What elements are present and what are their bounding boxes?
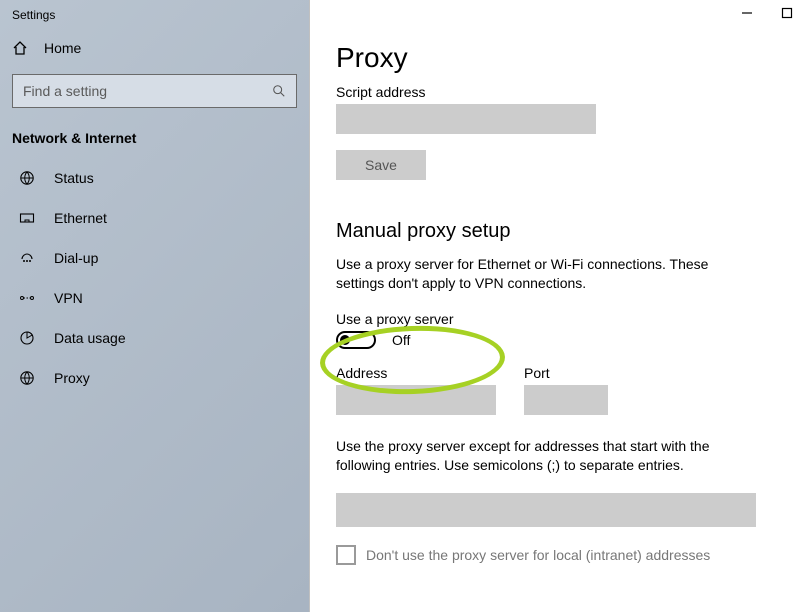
app-title: Settings <box>0 0 309 26</box>
proxy-exceptions-input[interactable] <box>336 493 756 527</box>
sidebar-item-label: Ethernet <box>54 210 107 226</box>
sidebar-item-proxy[interactable]: Proxy <box>0 358 309 398</box>
minimize-button[interactable] <box>740 6 754 20</box>
search-icon <box>272 84 286 98</box>
sidebar-item-ethernet[interactable]: Ethernet <box>0 198 309 238</box>
proxy-icon <box>18 370 36 386</box>
local-addresses-label: Don't use the proxy server for local (in… <box>366 547 710 563</box>
toggle-state-text: Off <box>392 332 410 348</box>
proxy-port-input[interactable] <box>524 385 608 415</box>
toggle-knob <box>340 335 350 345</box>
proxy-address-input[interactable] <box>336 385 496 415</box>
sidebar-item-dialup[interactable]: Dial-up <box>0 238 309 278</box>
use-proxy-toggle[interactable] <box>336 331 376 349</box>
window-controls <box>740 6 794 20</box>
sidebar-item-datausage[interactable]: Data usage <box>0 318 309 358</box>
sidebar-item-label: Status <box>54 170 94 186</box>
main-panel: Proxy Script address Save Manual proxy s… <box>310 0 800 612</box>
script-address-input[interactable] <box>336 104 596 134</box>
vpn-icon <box>18 290 36 306</box>
sidebar-item-label: Dial-up <box>54 250 98 266</box>
page-title: Proxy <box>336 42 780 74</box>
local-addresses-checkbox[interactable] <box>336 545 356 565</box>
dialup-icon <box>18 250 36 266</box>
home-nav[interactable]: Home <box>0 26 309 66</box>
sidebar-item-label: Data usage <box>54 330 126 346</box>
exceptions-description: Use the proxy server except for addresse… <box>336 437 756 475</box>
script-address-label: Script address <box>336 84 780 100</box>
settings-sidebar: Settings Home Network & Internet Status … <box>0 0 310 612</box>
ethernet-icon <box>18 210 36 226</box>
search-input[interactable] <box>23 83 272 99</box>
sidebar-section-header: Network & Internet <box>0 126 309 158</box>
datausage-icon <box>18 330 36 346</box>
home-icon <box>12 40 28 56</box>
home-label: Home <box>44 40 81 56</box>
port-label: Port <box>524 365 608 381</box>
use-proxy-label: Use a proxy server <box>336 311 780 327</box>
sidebar-item-status[interactable]: Status <box>0 158 309 198</box>
sidebar-item-vpn[interactable]: VPN <box>0 278 309 318</box>
globe-icon <box>18 170 36 186</box>
manual-proxy-heading: Manual proxy setup <box>336 220 780 243</box>
sidebar-item-label: Proxy <box>54 370 90 386</box>
maximize-button[interactable] <box>780 6 794 20</box>
search-box[interactable] <box>12 74 297 108</box>
save-button[interactable]: Save <box>336 150 426 180</box>
sidebar-item-label: VPN <box>54 290 83 306</box>
address-label: Address <box>336 365 496 381</box>
manual-proxy-description: Use a proxy server for Ethernet or Wi-Fi… <box>336 255 756 293</box>
